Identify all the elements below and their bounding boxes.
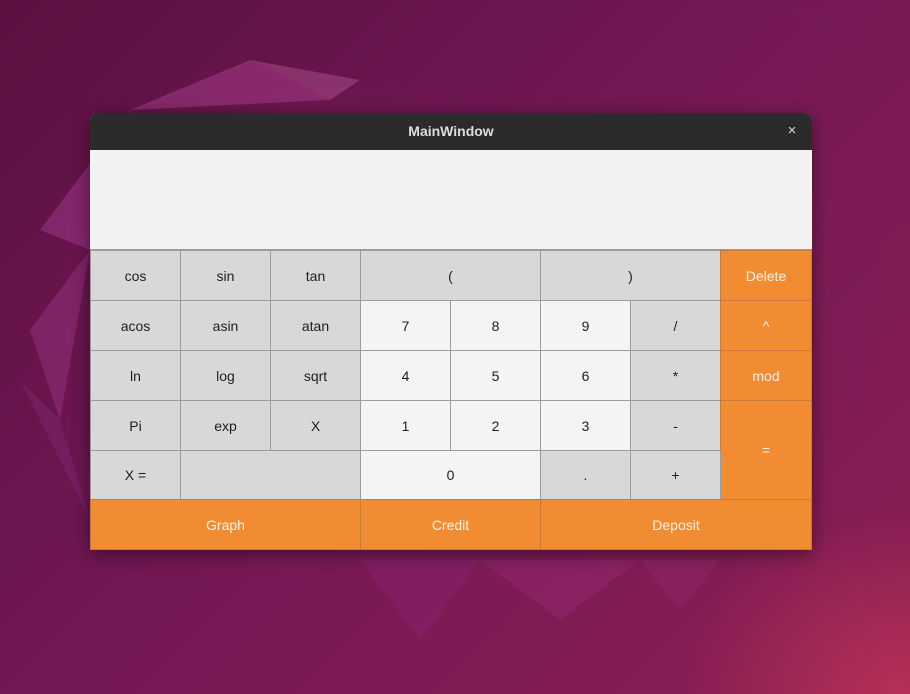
delete-button[interactable]: Delete <box>720 250 812 301</box>
asin-button[interactable]: asin <box>180 300 271 351</box>
digit-9-button[interactable]: 9 <box>540 300 631 351</box>
credit-button[interactable]: Credit <box>360 499 541 550</box>
equals-button[interactable]: = <box>720 400 812 500</box>
ln-button[interactable]: ln <box>90 350 181 401</box>
x-value-input[interactable] <box>180 450 361 500</box>
mod-button[interactable]: mod <box>720 350 812 401</box>
deposit-button[interactable]: Deposit <box>540 499 812 550</box>
x-equals-label: X = <box>90 450 181 500</box>
close-icon[interactable]: × <box>782 121 802 141</box>
exp-button[interactable]: exp <box>180 400 271 451</box>
log-button[interactable]: log <box>180 350 271 401</box>
decimal-point-button[interactable]: . <box>540 450 631 500</box>
digit-7-button[interactable]: 7 <box>360 300 451 351</box>
digit-5-button[interactable]: 5 <box>450 350 541 401</box>
calculator-window: MainWindow × cos sin tan ( ) Delete acos… <box>90 113 812 550</box>
digit-8-button[interactable]: 8 <box>450 300 541 351</box>
sin-button[interactable]: sin <box>180 250 271 301</box>
acos-button[interactable]: acos <box>90 300 181 351</box>
divide-button[interactable]: / <box>630 300 721 351</box>
open-paren-button[interactable]: ( <box>360 250 541 301</box>
digit-0-button[interactable]: 0 <box>360 450 541 500</box>
sqrt-button[interactable]: sqrt <box>270 350 361 401</box>
title-bar: MainWindow × <box>90 113 812 150</box>
digit-2-button[interactable]: 2 <box>450 400 541 451</box>
multiply-button[interactable]: * <box>630 350 721 401</box>
cos-button[interactable]: cos <box>90 250 181 301</box>
pi-button[interactable]: Pi <box>90 400 181 451</box>
close-paren-button[interactable]: ) <box>540 250 721 301</box>
x-variable-button[interactable]: X <box>270 400 361 451</box>
digit-6-button[interactable]: 6 <box>540 350 631 401</box>
tan-button[interactable]: tan <box>270 250 361 301</box>
button-grid: cos sin tan ( ) Delete acos asin atan 7 … <box>90 250 812 550</box>
minus-button[interactable]: - <box>630 400 721 451</box>
digit-4-button[interactable]: 4 <box>360 350 451 401</box>
graph-button[interactable]: Graph <box>90 499 361 550</box>
expression-display[interactable] <box>90 150 812 250</box>
plus-button[interactable]: + <box>630 450 721 500</box>
digit-1-button[interactable]: 1 <box>360 400 451 451</box>
atan-button[interactable]: atan <box>270 300 361 351</box>
digit-3-button[interactable]: 3 <box>540 400 631 451</box>
power-button[interactable]: ^ <box>720 300 812 351</box>
window-title: MainWindow <box>408 123 494 139</box>
